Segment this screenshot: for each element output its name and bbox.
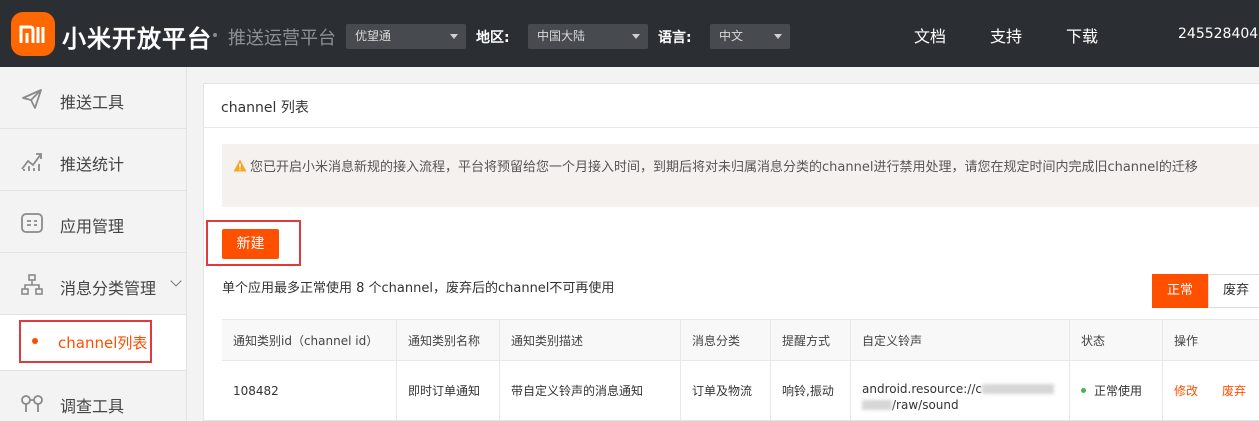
filter-normal-button[interactable]: 正常: [1152, 274, 1208, 308]
sidebar: 推送工具 推送统计 应用管理 消息分类管理 channel列表 调查工具: [0, 67, 187, 421]
sidebar-item-message-category[interactable]: 消息分类管理: [0, 253, 186, 315]
column-header: 自定义铃声: [850, 320, 1069, 360]
redacted-text: [981, 384, 1054, 394]
cell-ringtone: android.resource://c /raw/sound: [850, 361, 1069, 420]
table-header-row: 通知类别id（channel id） 通知类别名称 通知类别描述 消息分类 提醒…: [222, 319, 1259, 360]
survey-icon: [21, 395, 43, 412]
nav-download[interactable]: 下载: [1066, 23, 1098, 47]
ringtone-value: android.resource://c /raw/sound: [862, 369, 1062, 413]
language-select-value: 中文: [719, 29, 744, 43]
cell-channel-id: 108482: [233, 383, 279, 398]
ringtone-suffix: /raw/sound: [892, 397, 959, 412]
language-label: 语言:: [658, 30, 692, 46]
redacted-text: [862, 400, 892, 410]
app-select[interactable]: 优望通: [346, 24, 466, 49]
sidebar-item-app-management[interactable]: 应用管理: [0, 191, 186, 253]
page-title: channel 列表: [221, 100, 309, 116]
sidebar-item-label: 应用管理: [60, 217, 125, 236]
ringtone-prefix: android.resource://c: [862, 381, 982, 396]
app-icon: [21, 213, 43, 233]
language-select[interactable]: 中文: [710, 24, 790, 49]
nav-support[interactable]: 支持: [990, 23, 1022, 47]
region-select-value: 中国大陆: [537, 29, 586, 43]
sidebar-item-label: 调查工具: [60, 397, 125, 416]
cell-name: 即时订单通知: [396, 361, 499, 420]
column-header: 通知类别名称: [396, 320, 499, 360]
brand-separator: [213, 33, 217, 37]
status-toggle: 正常 废弃: [1152, 274, 1259, 308]
status-text: 正常使用: [1094, 384, 1143, 398]
cell-category: 订单及物流: [680, 361, 770, 420]
mi-logo[interactable]: [11, 12, 55, 56]
top-header: 小米开放平台 推送运营平台 优望通 地区: 中国大陆 语言: 中文 文档 支持 …: [0, 0, 1259, 67]
column-header: 消息分类: [680, 320, 770, 360]
chevron-down-icon: [632, 34, 640, 39]
column-header: 操作: [1162, 320, 1259, 360]
send-icon: [22, 89, 42, 109]
nav-docs[interactable]: 文档: [914, 23, 946, 47]
chart-icon: [21, 153, 42, 171]
column-header: 提醒方式: [770, 320, 850, 360]
sidebar-item-label: 消息分类管理: [60, 279, 157, 298]
app-select-value: 优望通: [355, 29, 392, 43]
sidebar-item-push-tool[interactable]: 推送工具: [0, 67, 186, 129]
table-row: 108482 即时订单通知 带自定义铃声的消息通知 订单及物流 响铃,振动 an…: [222, 360, 1259, 420]
column-header: 通知类别id（channel id）: [233, 333, 379, 348]
sidebar-item-survey-tool[interactable]: 调查工具: [0, 371, 186, 421]
user-account[interactable]: 2455284042: [1178, 26, 1259, 42]
status-dot: [1081, 388, 1086, 393]
column-header: 状态: [1069, 320, 1162, 360]
cell-status: 正常使用: [1069, 361, 1162, 420]
brand-title[interactable]: 小米开放平台: [62, 19, 212, 54]
channel-limit-text: 单个应用最多正常使用 8 个channel，废弃后的channel不可再使用: [222, 281, 615, 296]
notice-text: 您已开启小米消息新规的接入流程，平台将预留给您一个月接入时间，到期后将对未归属消…: [250, 160, 1198, 175]
main-panel: channel 列表 您已开启小米消息新规的接入流程，平台将预留给您一个月接入时…: [203, 83, 1259, 421]
sidebar-item-label: 推送统计: [60, 155, 125, 174]
sidebar-item-label: 推送工具: [60, 93, 125, 112]
highlight-box: [206, 220, 301, 266]
chevron-down-icon[interactable]: [170, 275, 182, 287]
column-header: 通知类别描述: [499, 320, 680, 360]
region-label: 地区:: [476, 30, 510, 46]
discard-link[interactable]: 废弃: [1222, 382, 1246, 399]
chevron-down-icon: [774, 34, 782, 39]
sub-brand-title: 推送运营平台: [228, 28, 336, 49]
sidebar-item-push-stats[interactable]: 推送统计: [0, 129, 186, 191]
mi-logo-icon: [19, 25, 45, 43]
tree-icon: [21, 274, 43, 295]
notice-banner: 您已开启小米消息新规的接入流程，平台将预留给您一个月接入时间，到期后将对未归属消…: [222, 144, 1259, 207]
divider: [204, 127, 1259, 128]
cell-operations: 修改 废弃: [1162, 361, 1259, 420]
highlight-box: [19, 320, 152, 363]
edit-link[interactable]: 修改: [1174, 382, 1198, 399]
chevron-down-icon: [450, 34, 458, 39]
region-select[interactable]: 中国大陆: [528, 24, 648, 49]
cell-remind: 响铃,振动: [770, 361, 850, 420]
filter-discarded-button[interactable]: 废弃: [1208, 274, 1259, 308]
cell-description: 带自定义铃声的消息通知: [499, 361, 680, 420]
